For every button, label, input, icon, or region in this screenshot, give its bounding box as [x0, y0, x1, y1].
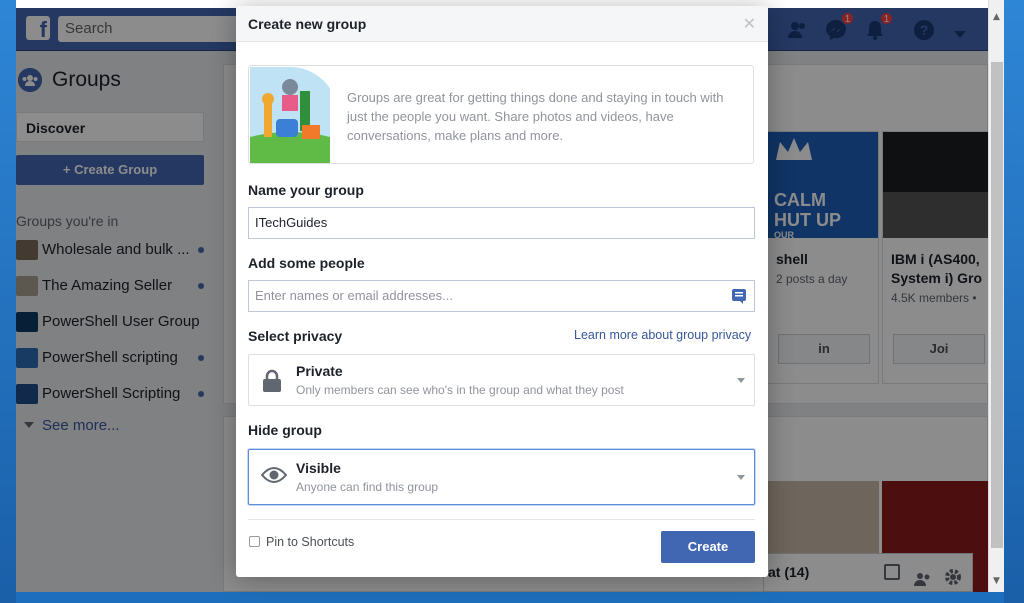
- add-people-label: Add some people: [248, 255, 365, 271]
- pin-to-shortcuts-label[interactable]: Pin to Shortcuts: [266, 535, 354, 549]
- hide-group-label: Hide group: [248, 422, 322, 438]
- desktop-left-edge: [0, 0, 16, 603]
- scroll-up-arrow-icon[interactable]: ▲: [993, 12, 1000, 22]
- close-icon[interactable]: ✕: [743, 14, 756, 33]
- add-people-input[interactable]: Enter names or email addresses...: [248, 280, 755, 312]
- page-scrollbar[interactable]: ▲ ▼: [988, 0, 1004, 592]
- desktop-right-edge: [1004, 0, 1024, 603]
- scrollbar-thumb[interactable]: [991, 62, 1003, 548]
- visibility-option-title: Visible: [296, 460, 341, 476]
- groups-illustration: [250, 67, 338, 163]
- privacy-learn-more-link[interactable]: Learn more about group privacy: [574, 328, 751, 342]
- chevron-down-icon: [737, 378, 745, 383]
- eye-icon: [260, 466, 288, 488]
- create-group-dialog: Create new group ✕ Groups are great for …: [236, 6, 768, 577]
- privacy-select[interactable]: Private Only members can see who's in th…: [248, 354, 755, 406]
- contact-list-icon[interactable]: [731, 288, 747, 304]
- dialog-header: Create new group ✕: [236, 6, 768, 42]
- groups-intro-box: Groups are great for getting things done…: [248, 65, 754, 164]
- lock-icon: [261, 369, 283, 392]
- visibility-option-description: Anyone can find this group: [296, 480, 439, 494]
- select-privacy-label: Select privacy: [248, 328, 343, 344]
- group-name-input[interactable]: ITechGuides: [248, 207, 755, 239]
- name-group-label: Name your group: [248, 182, 364, 198]
- dialog-title: Create new group: [248, 16, 367, 32]
- create-button[interactable]: Create: [661, 531, 755, 563]
- scroll-down-arrow-icon[interactable]: ▼: [993, 576, 1000, 586]
- privacy-option-description: Only members can see who's in the group …: [296, 383, 624, 397]
- privacy-option-title: Private: [296, 363, 343, 379]
- chevron-down-icon: [737, 475, 745, 480]
- footer-divider: [248, 519, 755, 520]
- pin-to-shortcuts-checkbox[interactable]: [249, 536, 260, 547]
- add-people-placeholder: Enter names or email addresses...: [255, 288, 453, 303]
- visibility-select[interactable]: Visible Anyone can find this group: [248, 449, 755, 505]
- groups-intro-text: Groups are great for getting things done…: [347, 90, 724, 143]
